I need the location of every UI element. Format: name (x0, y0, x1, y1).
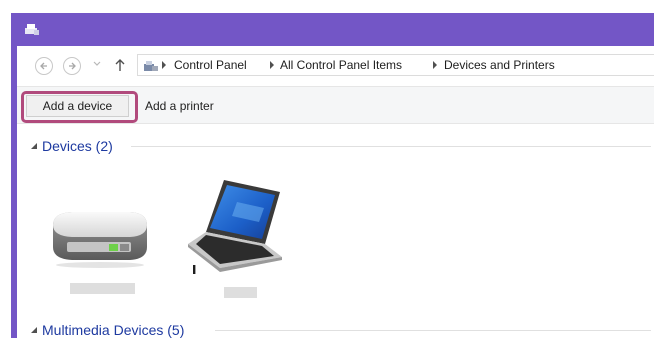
group-header-multimedia[interactable]: Multimedia Devices (5) (17, 320, 654, 338)
arrow-left-icon (40, 62, 47, 70)
breadcrumb-separator-icon (270, 61, 274, 69)
laptop-warning-icon (182, 180, 282, 307)
up-button[interactable] (114, 57, 126, 73)
address-bar-row: Control Panel All Control Panel Items De… (17, 46, 654, 86)
group-divider (131, 146, 651, 147)
collapse-arrow-icon (31, 327, 37, 333)
devices-printers-window: Control Panel All Control Panel Items De… (11, 13, 654, 338)
breadcrumb-control-panel[interactable]: Control Panel (174, 58, 247, 72)
breadcrumb-devices-printers[interactable]: Devices and Printers (444, 58, 555, 72)
hard-drive-icon (53, 212, 147, 268)
arrow-up-icon (115, 59, 125, 71)
device-item-hard-drive[interactable] (47, 203, 152, 303)
group-label-multimedia: Multimedia Devices (5) (42, 322, 185, 338)
device-name-redacted (224, 287, 257, 298)
breadcrumb-separator-icon (162, 61, 166, 69)
control-panel-icon (144, 61, 158, 71)
group-header-devices[interactable]: Devices (2) (17, 136, 654, 156)
add-printer-button[interactable]: Add a printer (145, 95, 214, 117)
breadcrumb-separator-icon (433, 61, 437, 69)
breadcrumb-all-items[interactable]: All Control Panel Items (280, 58, 402, 72)
group-divider (215, 330, 651, 331)
recent-locations-button[interactable] (93, 59, 101, 71)
forward-button[interactable] (63, 57, 81, 75)
device-name-redacted (70, 283, 135, 294)
title-bar (17, 13, 654, 46)
arrow-right-icon (69, 62, 76, 70)
device-item-laptop[interactable] (182, 178, 284, 307)
collapse-arrow-icon (31, 143, 37, 149)
back-button[interactable] (35, 57, 53, 75)
chevron-down-icon (93, 61, 101, 66)
devices-printers-icon (25, 24, 39, 35)
group-label-devices: Devices (2) (42, 138, 113, 154)
address-box[interactable]: Control Panel All Control Panel Items De… (137, 54, 654, 76)
command-bar: Add a device Add a printer (17, 86, 654, 124)
add-device-highlight (21, 91, 138, 123)
